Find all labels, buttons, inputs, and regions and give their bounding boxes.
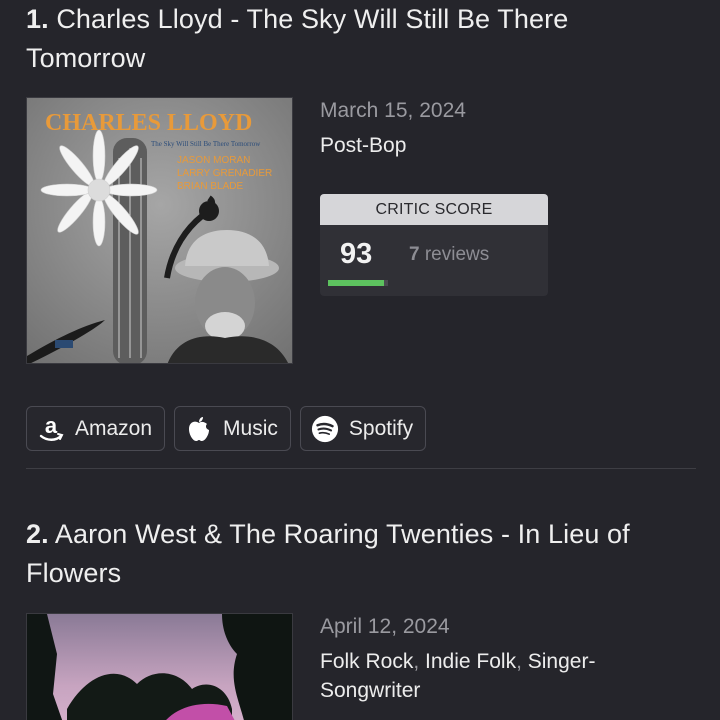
critic-score-header: CRITIC SCORE (320, 194, 548, 225)
album-meta: April 12, 2024 Folk Rock, Indie Folk, Si… (320, 613, 650, 705)
spotify-icon (311, 415, 339, 443)
album-title[interactable]: 1. Charles Lloyd - The Sky Will Still Be… (26, 0, 666, 78)
review-count-number: 7 (409, 244, 420, 265)
genre-list: Post-Bop (320, 131, 466, 160)
amazon-link-label: Amazon (75, 416, 153, 440)
score-bar-fill (328, 280, 384, 286)
genre-link[interactable]: Indie Folk (425, 650, 516, 673)
album-title-text: Aaron West & The Roaring Twenties - In L… (26, 519, 630, 588)
genre-link[interactable]: Post-Bop (320, 134, 406, 157)
amazon-icon: a (37, 415, 65, 443)
spotify-link-label: Spotify (348, 416, 414, 440)
critic-score-box[interactable]: CRITIC SCORE 93 7 reviews (320, 194, 548, 296)
apple-music-link-label: Music (223, 416, 278, 440)
review-count-word: reviews (424, 244, 490, 265)
album-rank: 1. (26, 4, 49, 34)
cover-subtitle-text: The Sky Will Still Be There Tomorrow (151, 140, 261, 148)
store-links: a Amazon Music Spotify (26, 406, 427, 451)
score-bar (328, 280, 388, 286)
entry-divider (26, 468, 696, 469)
svg-text:a: a (45, 415, 58, 438)
genre-list: Folk Rock, Indie Folk, Singer-Songwriter (320, 647, 650, 705)
release-date: April 12, 2024 (320, 615, 450, 638)
album-rank: 2. (26, 519, 49, 549)
apple-music-link-button[interactable]: Music (174, 406, 291, 451)
album-list: 1. Charles Lloyd - The Sky Will Still Be… (0, 0, 720, 720)
genre-separator: , (516, 650, 528, 673)
album-title[interactable]: 2. Aaron West & The Roaring Twenties - I… (26, 515, 696, 593)
genre-link[interactable]: Folk Rock (320, 650, 413, 673)
cover-personnel-3: BRIAN BLADE (177, 181, 243, 192)
apple-icon (185, 415, 213, 443)
album-cover-art (27, 614, 292, 720)
album-cover[interactable] (26, 613, 293, 720)
album-cover-art: CHARLES LLOYD The Sky Will Still Be Ther… (27, 98, 292, 363)
amazon-link-button[interactable]: a Amazon (26, 406, 166, 451)
critic-review-count[interactable]: 7 reviews (409, 244, 489, 266)
release-date: March 15, 2024 (320, 99, 466, 122)
genre-separator: , (413, 650, 426, 673)
album-cover[interactable]: CHARLES LLOYD The Sky Will Still Be Ther… (26, 97, 293, 364)
cover-artist-text: CHARLES LLOYD (45, 110, 252, 136)
spotify-link-button[interactable]: Spotify (299, 406, 427, 451)
cover-personnel-2: LARRY GRENADIER (177, 168, 272, 179)
cover-personnel-1: JASON MORAN (177, 155, 250, 166)
album-meta: March 15, 2024 Post-Bop (320, 97, 466, 160)
critic-score-value: 93 (340, 238, 373, 270)
album-title-text: Charles Lloyd - The Sky Will Still Be Th… (26, 4, 569, 73)
